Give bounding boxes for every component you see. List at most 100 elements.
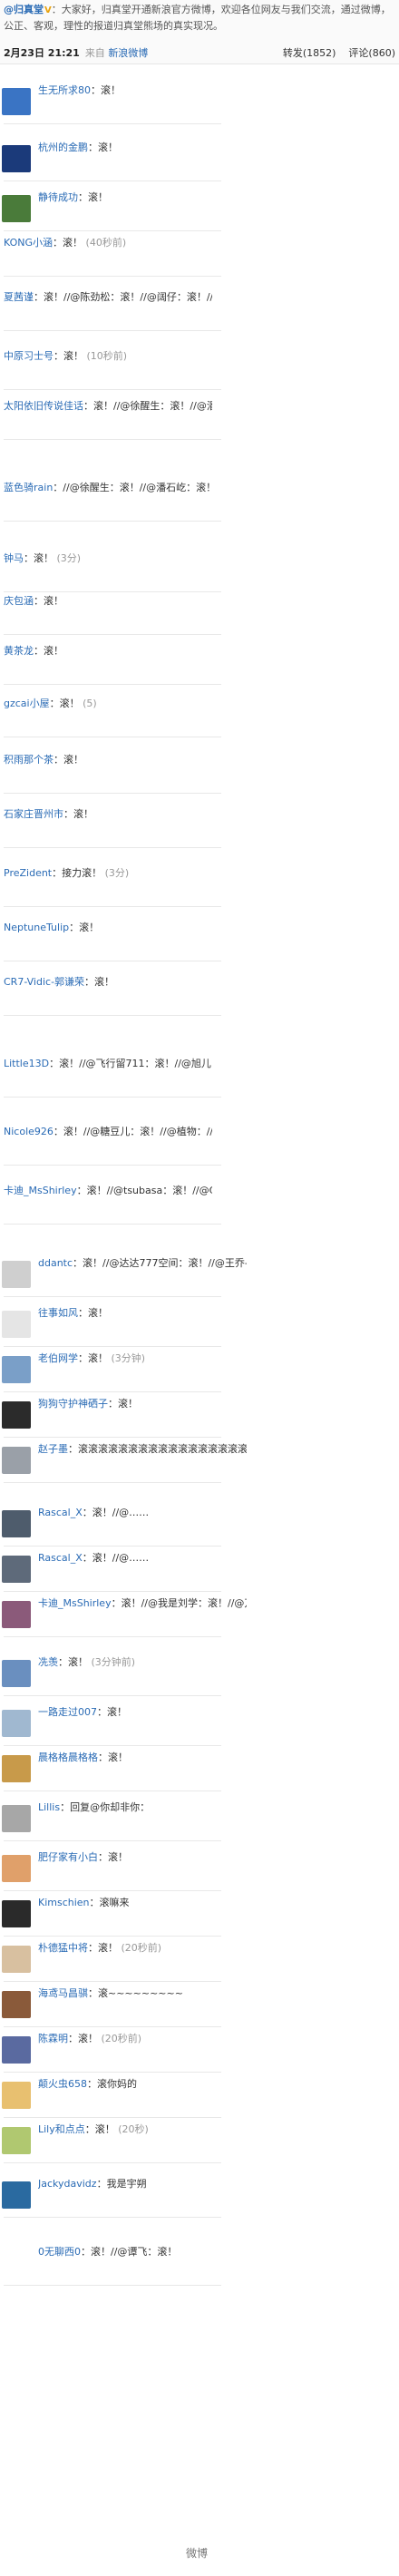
avatar[interactable]: [2, 1401, 31, 1429]
commenter-name-link[interactable]: 肥仔家有小白: [38, 1851, 98, 1863]
commenter-name-link[interactable]: 夏茜谨: [4, 291, 34, 303]
row-divider: [4, 330, 221, 331]
avatar[interactable]: [2, 88, 31, 115]
commenter-name-link[interactable]: 静待成功: [38, 191, 78, 203]
comment-row: 庆包涵：滚！: [0, 594, 399, 630]
avatar[interactable]: [2, 195, 31, 222]
comment-body: ：我是宇朔: [96, 2178, 147, 2190]
avatar[interactable]: [2, 1311, 31, 1338]
commenter-name-link[interactable]: Nicole926: [4, 1126, 54, 1137]
commenter-name-link[interactable]: 海鸢马昌骐: [38, 1987, 88, 1999]
commenter-name-link[interactable]: 冼羡: [38, 1656, 58, 1668]
avatar[interactable]: [2, 1755, 31, 1782]
avatar[interactable]: [2, 145, 31, 172]
comment-text: 冼羡：滚！ (3分钟前): [38, 1655, 247, 1670]
avatar[interactable]: [2, 1710, 31, 1737]
avatar[interactable]: [2, 2127, 31, 2154]
comment-text: 赵子墨：滚滚滚滚滚滚滚滚滚滚滚滚滚滚滚滚滚滚滚滚滚滚滚滚滚滚滚滚滚滚滚滚滚滚滚滚…: [38, 1442, 247, 1457]
comment-text: 卡迪_MsShirley：滚！//@tsubasa：滚！//@Cheryl_遥：…: [4, 1184, 212, 1198]
commenter-name-link[interactable]: 老伯网学: [38, 1352, 78, 1364]
comment-row: 往事如风：滚！: [0, 1306, 399, 1342]
commenter-name-link[interactable]: 往事如风: [38, 1307, 78, 1319]
avatar[interactable]: [2, 1900, 31, 1927]
comment-body: ：回复@你却非你：: [60, 1801, 151, 1813]
commenter-name-link[interactable]: Jackydavidz: [38, 2178, 97, 2190]
comment-text: 往事如风：滚！: [38, 1306, 247, 1321]
row-divider: [4, 2026, 221, 2027]
commenter-name-link[interactable]: Rascal_X: [38, 1507, 83, 1518]
commenter-name-link[interactable]: NeptuneTulip: [4, 922, 69, 933]
comment-text: 颠火虫658：滚你妈的: [38, 2077, 247, 2092]
commenter-name-link[interactable]: 石家庄晋州市: [4, 808, 63, 820]
comment-text: 陈霖明：滚！ (20秒前): [38, 2032, 247, 2046]
commenter-name-link[interactable]: 卡迪_MsShirley: [38, 1597, 112, 1609]
commenter-name-link[interactable]: 狗狗守护神硒子: [38, 1398, 108, 1410]
avatar[interactable]: [2, 1805, 31, 1832]
commenter-name-link[interactable]: Little13D: [4, 1058, 49, 1069]
avatar[interactable]: [2, 2181, 31, 2209]
commenter-name-link[interactable]: KONG小涵: [4, 237, 53, 249]
commenter-name-link[interactable]: 0无聊西0: [38, 2246, 81, 2258]
comment-body: ：滚嘛来: [89, 1897, 130, 1908]
avatar[interactable]: [2, 1261, 31, 1288]
commenter-name-link[interactable]: ddantc: [38, 1257, 73, 1269]
avatar[interactable]: [2, 1660, 31, 1687]
avatar[interactable]: [2, 1855, 31, 1882]
commenter-name-link[interactable]: CR7-Vidic-郭谦荣: [4, 976, 84, 988]
avatar[interactable]: [2, 2249, 31, 2277]
row-divider: [4, 634, 221, 635]
avatar[interactable]: [2, 1510, 31, 1537]
comment-row: 朴德猛中将：滚！ (20秒前): [0, 1941, 399, 1977]
row-divider: [4, 1437, 221, 1438]
commenter-name-link[interactable]: 赵子墨: [38, 1443, 68, 1455]
commenter-name-link[interactable]: 陈霖明: [38, 2033, 68, 2044]
commenter-name-link[interactable]: Lillis: [38, 1801, 60, 1813]
row-divider: [4, 906, 221, 907]
comment-body: ：滚！: [88, 1942, 118, 1954]
comment-button[interactable]: 评论(860): [348, 47, 395, 59]
commenter-name-link[interactable]: 太阳依旧传说佳话: [4, 400, 83, 412]
avatar[interactable]: [2, 1356, 31, 1383]
row-divider: [4, 1890, 221, 1891]
source-link[interactable]: 新浪微博: [108, 47, 148, 59]
avatar[interactable]: [2, 1556, 31, 1583]
avatar[interactable]: [2, 1946, 31, 1973]
avatar[interactable]: [2, 1601, 31, 1628]
comment-body: ：滚！: [98, 1851, 128, 1863]
commenter-name-link[interactable]: PreZident: [4, 867, 52, 879]
commenter-name-link[interactable]: Lily和点点: [38, 2123, 85, 2135]
commenter-name-link[interactable]: 积雨那个茶: [4, 754, 54, 766]
commenter-name-link[interactable]: Rascal_X: [38, 1552, 83, 1564]
commenter-name-link[interactable]: 卡迪_MsShirley: [4, 1185, 77, 1196]
comment-body: ：滚滚滚滚滚滚滚滚滚滚滚滚滚滚滚滚滚滚滚滚滚滚滚滚滚滚滚滚滚滚滚滚滚滚滚滚滚滚滚…: [68, 1443, 247, 1455]
comment-text: Lily和点点：滚！ (20秒): [38, 2122, 247, 2137]
commenter-name-link[interactable]: 生无所求80: [38, 84, 91, 96]
avatar[interactable]: [2, 1991, 31, 2018]
comment-text: 钟马：滚！ (3分): [4, 551, 212, 566]
commenter-name-link[interactable]: 晨格格晨格格: [38, 1751, 98, 1763]
row-divider: [4, 1591, 221, 1592]
commenter-name-link[interactable]: 庆包涵: [4, 595, 34, 607]
row-divider: [4, 1015, 221, 1016]
commenter-name-link[interactable]: 钟马: [4, 552, 24, 564]
commenter-name-link[interactable]: 杭州的金鹏: [38, 141, 88, 153]
row-divider: [4, 1296, 221, 1297]
commenter-name-link[interactable]: 一路走过007: [38, 1706, 97, 1718]
row-divider: [4, 1936, 221, 1937]
comment-body: ：滚！//@飞行留711：滚！//@旭儿：滚！//@达达777空间：滚！//@R…: [49, 1058, 212, 1069]
post-author-link[interactable]: @归真堂: [4, 4, 44, 15]
commenter-name-link[interactable]: 朴德猛中将: [38, 1942, 88, 1954]
commenter-name-link[interactable]: Kimschien: [38, 1897, 90, 1908]
comment-row: Lillis：回复@你却非你：: [0, 1800, 399, 1837]
commenter-name-link[interactable]: 颠火虫658: [38, 2078, 87, 2090]
comment-row: 杭州的金鹏：滚！: [0, 141, 399, 177]
commenter-name-link[interactable]: 中原习士号: [4, 350, 54, 362]
commenter-name-link[interactable]: gzcai小屋: [4, 698, 50, 709]
commenter-name-link[interactable]: 蓝色骑rain: [4, 482, 53, 493]
forward-button[interactable]: 转发(1852): [283, 47, 336, 59]
avatar[interactable]: [2, 1447, 31, 1474]
avatar[interactable]: [2, 2082, 31, 2109]
comment-body: ：滚！//@谭飞：滚！: [81, 2246, 178, 2258]
commenter-name-link[interactable]: 黄茶龙: [4, 645, 34, 657]
avatar[interactable]: [2, 2036, 31, 2064]
